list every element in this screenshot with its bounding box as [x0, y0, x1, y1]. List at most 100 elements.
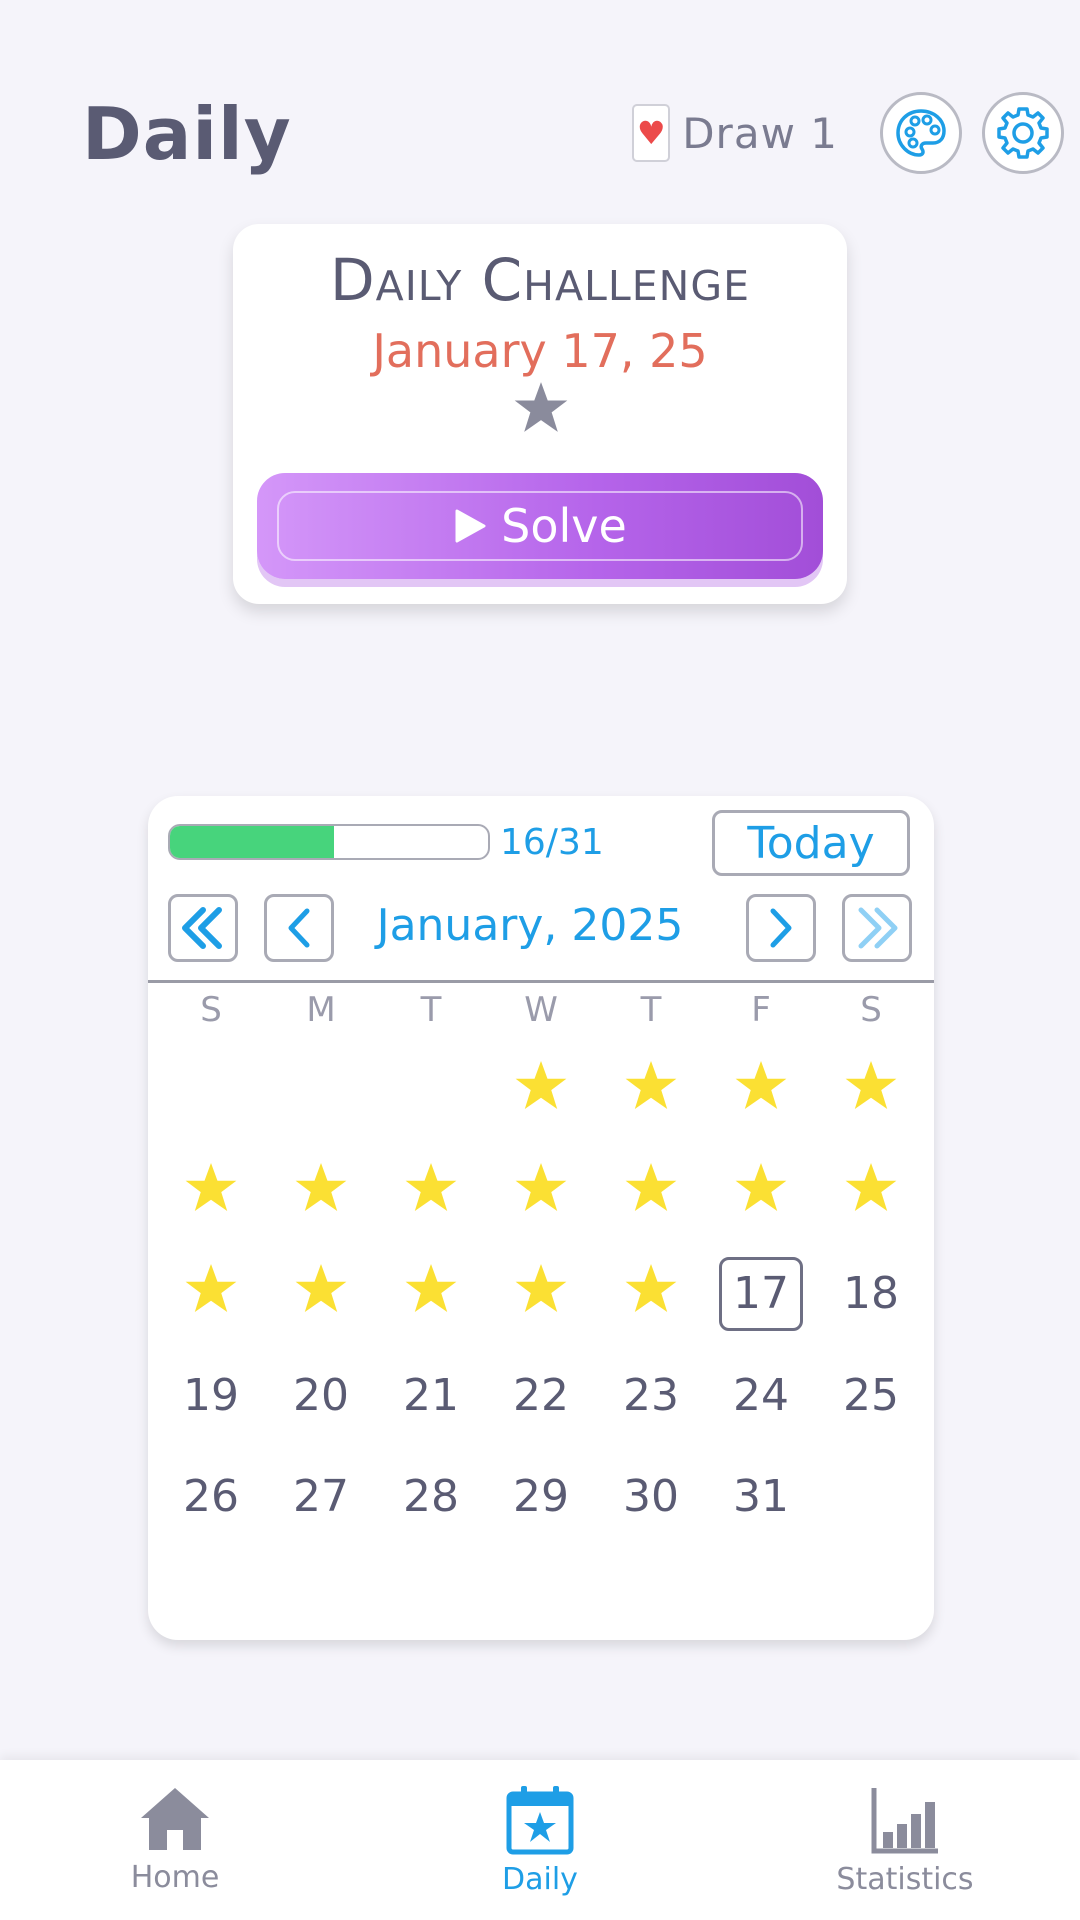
theme-button[interactable] — [880, 92, 962, 174]
progress-fill — [170, 826, 335, 858]
weekday-header: SMTWTFS — [156, 990, 926, 1030]
star-icon — [514, 382, 568, 432]
page-title: Daily — [82, 92, 292, 176]
day-completed-4[interactable] — [816, 1040, 926, 1142]
gold-star-icon — [514, 1059, 568, 1122]
next-month-button[interactable] — [746, 894, 816, 962]
gold-star-icon — [624, 1262, 678, 1325]
day-21[interactable]: 21 — [376, 1345, 486, 1447]
day-completed-1[interactable] — [486, 1040, 596, 1142]
day-29[interactable]: 29 — [486, 1446, 596, 1548]
day-completed-3[interactable] — [706, 1040, 816, 1142]
nav-statistics-label: Statistics — [836, 1862, 974, 1897]
progress-label: 16/31 — [500, 822, 604, 863]
day-number: 24 — [733, 1369, 789, 1421]
day-number: 23 — [623, 1369, 679, 1421]
calendar-divider — [148, 980, 934, 983]
day-26[interactable]: 26 — [156, 1446, 266, 1548]
gear-icon — [997, 107, 1049, 159]
gold-star-icon — [404, 1262, 458, 1325]
day-number: 26 — [183, 1471, 239, 1523]
day-23[interactable]: 23 — [596, 1345, 706, 1447]
day-completed-12[interactable] — [156, 1243, 266, 1345]
day-completed-6[interactable] — [266, 1142, 376, 1244]
day-completed-16[interactable] — [596, 1243, 706, 1345]
chevron-left-icon — [288, 908, 310, 948]
challenge-date: January 17, 25 — [372, 324, 708, 378]
gold-star-icon — [624, 1161, 678, 1224]
previous-year-button[interactable] — [168, 894, 238, 962]
monthly-progress-bar — [168, 824, 490, 860]
gold-star-icon — [734, 1059, 788, 1122]
bar-chart-icon — [871, 1788, 938, 1854]
day-number: 30 — [623, 1471, 679, 1523]
double-chevron-left-icon — [182, 907, 222, 949]
day-completed-5[interactable] — [156, 1142, 266, 1244]
day-number: 29 — [513, 1471, 569, 1523]
day-31[interactable]: 31 — [706, 1446, 816, 1548]
bottom-navigation: Home Daily Statistics — [0, 1760, 1080, 1920]
day-completed-14[interactable] — [376, 1243, 486, 1345]
weekday-label: T — [640, 990, 662, 1030]
settings-button[interactable] — [982, 92, 1064, 174]
day-number: 18 — [843, 1268, 899, 1320]
day-completed-2[interactable] — [596, 1040, 706, 1142]
double-chevron-right-icon — [858, 907, 898, 949]
next-year-button[interactable] — [842, 894, 912, 962]
empty-day-cell — [376, 1040, 486, 1142]
empty-day-cell — [266, 1040, 376, 1142]
day-completed-8[interactable] — [486, 1142, 596, 1244]
header-actions: ♥ Draw 1 — [632, 90, 1064, 176]
day-number: 19 — [183, 1369, 239, 1421]
day-number: 25 — [843, 1369, 899, 1421]
day-number: 31 — [733, 1471, 789, 1523]
nav-statistics[interactable]: Statistics — [795, 1784, 1015, 1897]
weekday-label: W — [524, 990, 558, 1030]
nav-home[interactable]: Home — [65, 1784, 285, 1895]
day-completed-13[interactable] — [266, 1243, 376, 1345]
gold-star-icon — [514, 1161, 568, 1224]
day-19[interactable]: 19 — [156, 1345, 266, 1447]
weekday-label: M — [306, 990, 336, 1030]
weekday-label: F — [751, 990, 771, 1030]
day-number: 17 — [719, 1256, 803, 1331]
day-number: 20 — [293, 1369, 349, 1421]
day-28[interactable]: 28 — [376, 1446, 486, 1548]
play-icon — [455, 509, 486, 543]
solve-button[interactable]: Solve — [257, 473, 823, 579]
day-24[interactable]: 24 — [706, 1345, 816, 1447]
day-20[interactable]: 20 — [266, 1345, 376, 1447]
gold-star-icon — [514, 1262, 568, 1325]
today-button[interactable]: Today — [712, 810, 910, 876]
day-completed-15[interactable] — [486, 1243, 596, 1345]
day-18[interactable]: 18 — [816, 1243, 926, 1345]
gold-star-icon — [294, 1262, 348, 1325]
day-30[interactable]: 30 — [596, 1446, 706, 1548]
nav-daily-label: Daily — [502, 1862, 578, 1897]
gold-star-icon — [184, 1161, 238, 1224]
solve-label: Solve — [501, 499, 627, 553]
calendar-star-icon — [506, 1786, 574, 1855]
challenge-title: Daily Challenge — [330, 246, 750, 314]
gold-star-icon — [734, 1161, 788, 1224]
day-number: 22 — [513, 1369, 569, 1421]
previous-month-button[interactable] — [264, 894, 334, 962]
card-heart-icon: ♥ — [632, 104, 671, 162]
day-17[interactable]: 17 — [706, 1243, 816, 1345]
nav-daily[interactable]: Daily — [430, 1784, 650, 1897]
daily-challenge-card: Daily Challenge January 17, 25 Solve — [233, 224, 847, 604]
day-25[interactable]: 25 — [816, 1345, 926, 1447]
gold-star-icon — [404, 1161, 458, 1224]
day-22[interactable]: 22 — [486, 1345, 596, 1447]
day-completed-9[interactable] — [596, 1142, 706, 1244]
gold-star-icon — [184, 1262, 238, 1325]
day-completed-7[interactable] — [376, 1142, 486, 1244]
weekday-label: S — [200, 990, 222, 1030]
draw-mode-label[interactable]: Draw 1 — [682, 109, 838, 158]
calendar-card: 16/31 Today January, 2025 S M T W T F S 17 18 19… — [148, 796, 934, 1640]
gold-star-icon — [294, 1161, 348, 1224]
day-completed-10[interactable] — [706, 1142, 816, 1244]
day-27[interactable]: 27 — [266, 1446, 376, 1548]
day-completed-11[interactable] — [816, 1142, 926, 1244]
day-grid: 17 18 19 20 21 22 23 24 25 26 27 28 29 30 31 — [156, 1040, 926, 1548]
